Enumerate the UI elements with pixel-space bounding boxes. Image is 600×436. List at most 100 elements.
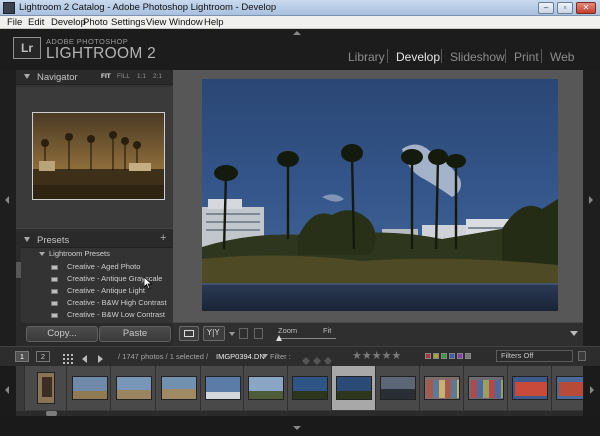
right-panel-toggle-icon[interactable]: [589, 196, 593, 204]
filmstrip-thumbnail: [380, 376, 416, 400]
filmstrip-cell[interactable]: [463, 366, 507, 410]
lightroom-logo: Lr: [13, 37, 41, 59]
zoom-fill[interactable]: FILL: [117, 73, 130, 80]
preset-item[interactable]: Creative - Aged Photo: [26, 262, 170, 273]
navigator-header[interactable]: Navigator: [16, 70, 173, 85]
menu-develop[interactable]: Develop: [51, 17, 86, 28]
view-options-dropdown-icon[interactable]: [229, 332, 235, 336]
top-panel-toggle-icon[interactable]: [293, 31, 301, 35]
menu-view[interactable]: View: [146, 17, 166, 28]
filmstrip-cell[interactable]: [24, 366, 66, 410]
zoom-2-1[interactable]: 2:1: [153, 73, 162, 80]
preset-label: Creative - B&W High Contrast: [67, 298, 167, 307]
preset-folder-lightroom[interactable]: Lightroom Presets: [26, 249, 170, 260]
zoom-1-1[interactable]: 1:1: [137, 73, 146, 80]
before-after-button[interactable]: Y|Y: [203, 326, 225, 341]
paste-button[interactable]: Paste: [99, 326, 171, 342]
filmstrip-scroll-right-icon[interactable]: [590, 386, 594, 394]
folder-expand-icon[interactable]: [39, 252, 45, 256]
minimize-button[interactable]: –: [538, 2, 554, 14]
menu-edit[interactable]: Edit: [28, 17, 44, 28]
arrow-left-icon[interactable]: [80, 351, 90, 363]
grid-icon[interactable]: [63, 351, 73, 364]
preset-folder-label: Lightroom Presets: [49, 249, 110, 258]
secondary-screen-button[interactable]: 2: [36, 351, 50, 362]
menu-help[interactable]: Help: [204, 17, 224, 28]
color-label-green[interactable]: [441, 353, 447, 359]
filter-preset-select[interactable]: Filters Off: [496, 350, 573, 362]
zoom-fit-label: Fit: [323, 326, 332, 335]
navigator-preview[interactable]: [32, 112, 165, 200]
window-title: Lightroom 2 Catalog - Adobe Photoshop Li…: [19, 2, 277, 13]
filmstrip-cell[interactable]: [200, 366, 243, 410]
presets-scrollbar[interactable]: [16, 245, 21, 323]
presets-title: Presets: [37, 235, 70, 246]
filmstrip-thumbnail: [248, 376, 284, 400]
current-filename[interactable]: IMGP0394.DN: [216, 352, 265, 361]
filmstrip-thumbnail: [468, 376, 504, 400]
module-print[interactable]: Print: [514, 50, 539, 64]
module-web[interactable]: Web: [550, 50, 574, 64]
rating-filter-stars[interactable]: ★★★★★: [352, 349, 401, 362]
filename-dropdown-icon[interactable]: [262, 354, 268, 358]
presets-scrollbar-thumb[interactable]: [16, 262, 21, 278]
menu-window[interactable]: Window: [169, 17, 203, 28]
main-photo[interactable]: [202, 79, 558, 311]
menu-file[interactable]: File: [7, 17, 22, 28]
right-rail: [583, 70, 600, 346]
left-panel-toggle-icon[interactable]: [5, 196, 9, 204]
collapse-triangle-icon[interactable]: [24, 237, 30, 242]
primary-screen-button[interactable]: 1: [15, 351, 29, 362]
filter-lock-icon[interactable]: [578, 351, 586, 361]
filmstrip-cell[interactable]: [110, 366, 155, 410]
title-bar: Lightroom 2 Catalog - Adobe Photoshop Li…: [0, 0, 600, 16]
left-rail: [0, 70, 16, 346]
add-preset-button[interactable]: +: [160, 232, 166, 244]
flag-pick-icon[interactable]: [239, 328, 248, 339]
module-slideshow[interactable]: Slideshow: [450, 50, 505, 64]
filmstrip-cell[interactable]: [375, 366, 419, 410]
filmstrip-thumbnail: [205, 376, 241, 400]
preset-item[interactable]: Creative - B&W High Contrast: [26, 298, 170, 309]
color-label-red[interactable]: [425, 353, 431, 359]
preset-icon: [51, 289, 58, 294]
filmstrip-cell[interactable]: [507, 366, 551, 410]
zoom-slider-knob[interactable]: [276, 335, 282, 341]
flag-filter-icons[interactable]: [302, 352, 336, 365]
presets-header[interactable]: Presets: [16, 233, 173, 248]
filmstrip-cell[interactable]: [155, 366, 200, 410]
filmstrip-cell[interactable]: [287, 366, 331, 410]
preset-item[interactable]: Creative - B&W Low Contrast: [26, 310, 170, 321]
module-separator: [441, 49, 442, 63]
module-develop[interactable]: Develop: [396, 50, 440, 64]
close-button[interactable]: ✕: [576, 2, 596, 14]
flag-reject-icon[interactable]: [254, 328, 263, 339]
filmstrip-cell[interactable]: [551, 366, 584, 410]
loupe-view-button[interactable]: [179, 326, 199, 341]
filmstrip-cell[interactable]: [419, 366, 463, 410]
maximize-button[interactable]: ▫: [557, 2, 573, 14]
filter-label: Filter :: [270, 352, 291, 361]
arrow-right-icon[interactable]: [95, 351, 105, 363]
module-separator: [541, 49, 542, 63]
filmstrip-cell[interactable]: [66, 366, 110, 410]
filmstrip-cell-selected[interactable]: [331, 366, 375, 410]
navigator-title: Navigator: [37, 72, 78, 83]
menu-settings[interactable]: Settings: [111, 17, 145, 28]
filmstrip-cell[interactable]: [243, 366, 287, 410]
module-library[interactable]: Library: [348, 50, 385, 64]
filmstrip-scroll-left-icon[interactable]: [5, 386, 9, 394]
loupe-icon: [184, 330, 194, 337]
color-label-purple[interactable]: [457, 353, 463, 359]
color-label-none[interactable]: [465, 353, 471, 359]
lightroom-app-icon: [3, 2, 15, 14]
color-label-blue[interactable]: [449, 353, 455, 359]
bottom-panel-toggle-icon[interactable]: [293, 426, 301, 430]
toolbar-menu-icon[interactable]: [570, 331, 578, 336]
color-label-yellow[interactable]: [433, 353, 439, 359]
copy-button[interactable]: Copy...: [26, 326, 98, 342]
zoom-slider[interactable]: [278, 338, 336, 339]
collapse-triangle-icon[interactable]: [24, 74, 30, 79]
menu-photo[interactable]: Photo: [83, 17, 108, 28]
zoom-fit[interactable]: FIT: [101, 73, 111, 80]
